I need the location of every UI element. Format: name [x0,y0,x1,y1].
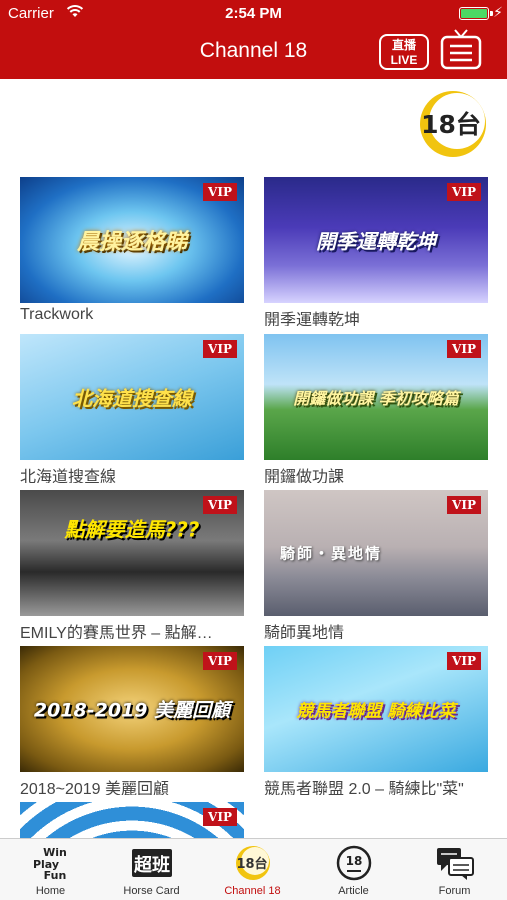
clock: 2:54 PM [225,5,282,22]
live-label-chinese: 直播 [391,38,416,52]
tab-label: Horse Card [123,885,180,897]
charging-icon: ⚡ [493,4,503,20]
thumbnail-title: 競馬者聯盟 騎練比菜 [296,701,456,722]
winplayfun-icon: Win Play Fun [32,846,66,881]
video-card-alliance[interactable]: 競馬者聯盟 騎練比菜 VIP 競馬者聯盟 2.0 – 騎練比"菜" [264,646,488,795]
channel18-icon: 18台 [235,846,270,880]
svg-text:超班: 超班 [134,854,170,876]
nav-bar: Channel 18 直播 LIVE [0,28,507,79]
video-caption: 開鑼做功課 [264,469,345,483]
vip-badge: VIP [447,340,481,358]
video-thumbnail[interactable]: 騎師・異地情 VIP [264,490,488,616]
video-caption: 北海道搜查線 [20,469,117,483]
svg-text:18台: 18台 [236,856,267,872]
status-bar: Carrier 2:54 PM ⚡ [0,0,507,28]
video-thumbnail[interactable]: 晨操逐格睇 VIP [20,177,244,303]
video-card-season-open[interactable]: 開季運轉乾坤 VIP 開季運轉乾坤 [264,177,488,326]
logo-text: 18台 [421,110,481,139]
vip-badge: VIP [203,808,237,826]
tab-label: Forum [438,885,471,897]
video-thumbnail[interactable]: 點解要造馬??? VIP [20,490,244,616]
vip-badge: VIP [203,496,237,514]
tab-channel-18[interactable]: 18台 Channel 18 [202,839,303,900]
video-card-emily[interactable]: 點解要造馬??? VIP EMILY的賽馬世界 – 點解… [20,490,244,639]
video-card-opening-homework[interactable]: 開鑼做功課 季初攻略篇 VIP 開鑼做功課 [264,334,488,483]
video-card-hokkaido[interactable]: 北海道搜查線 VIP 北海道搜查線 [20,334,244,483]
tab-label: Article [338,885,369,897]
svg-text:18: 18 [345,854,362,868]
video-thumbnail[interactable]: 開鑼做功課 季初攻略篇 VIP [264,334,488,460]
video-caption: 開季運轉乾坤 [264,312,361,326]
vip-badge: VIP [203,652,237,670]
thumbnail-title: 晨操逐格睇 [76,230,187,255]
page-title: Channel 18 [199,39,308,62]
tab-label: Channel 18 [224,885,281,897]
tab-forum[interactable]: Forum [404,839,505,900]
video-card-trackwork[interactable]: 晨操逐格睇 VIP Trackwork [20,177,244,326]
channel18-logo: 18台 [420,91,486,157]
video-thumbnail[interactable]: 2018-2019 美麗回顧 VIP [20,646,244,772]
vip-badge: VIP [447,652,481,670]
video-card-jockey[interactable]: 騎師・異地情 VIP 騎師異地情 [264,490,488,639]
vip-badge: VIP [203,183,237,201]
vip-badge: VIP [203,340,237,358]
video-caption: 2018~2019 美麗回顧 [20,781,169,795]
video-caption: 騎師異地情 [264,625,345,639]
thumbnail-title: 騎師・異地情 [280,544,383,563]
thumbnail-title: 開鑼做功課 季初攻略篇 [293,389,459,408]
article-icon: 18 [336,845,371,881]
horse-card-icon: 超班 [131,849,172,877]
tab-horse-card[interactable]: 超班 Horse Card [101,839,202,900]
thumbnail-title: 點解要造馬??? [64,517,200,542]
vip-badge: VIP [447,496,481,514]
live-label-english: LIVE [390,53,418,67]
tab-home[interactable]: Win Play Fun Home [0,839,101,900]
video-card-review[interactable]: 2018-2019 美麗回顧 VIP 2018~2019 美麗回顧 [20,646,244,795]
video-thumbnail[interactable]: 開季運轉乾坤 VIP [264,177,488,303]
tab-label: Home [35,885,66,897]
video-caption: EMILY的賽馬世界 – 點解… [20,625,213,639]
video-caption: Trackwork [20,306,94,323]
video-caption: 競馬者聯盟 2.0 – 騎練比"菜" [264,781,464,795]
thumbnail-title: 2018-2019 美麗回顧 [33,699,231,722]
vip-badge: VIP [447,183,481,201]
svg-text:Fun: Fun [43,869,66,881]
video-thumbnail[interactable]: 競馬者聯盟 騎練比菜 VIP [264,646,488,772]
forum-icon [436,848,474,880]
video-thumbnail[interactable]: 北海道搜查線 VIP [20,334,244,460]
thumbnail-title: 開季運轉乾坤 [316,229,436,254]
tab-article[interactable]: 18 Article [303,839,404,900]
tab-bar: Win Play Fun Home 超班 Horse Card 18台 Chan… [0,838,507,900]
battery-icon [459,7,489,20]
live-button[interactable]: 直播 LIVE [379,34,429,70]
tv-menu-icon[interactable] [438,28,484,72]
thumbnail-title: 北海道搜查線 [72,386,192,411]
